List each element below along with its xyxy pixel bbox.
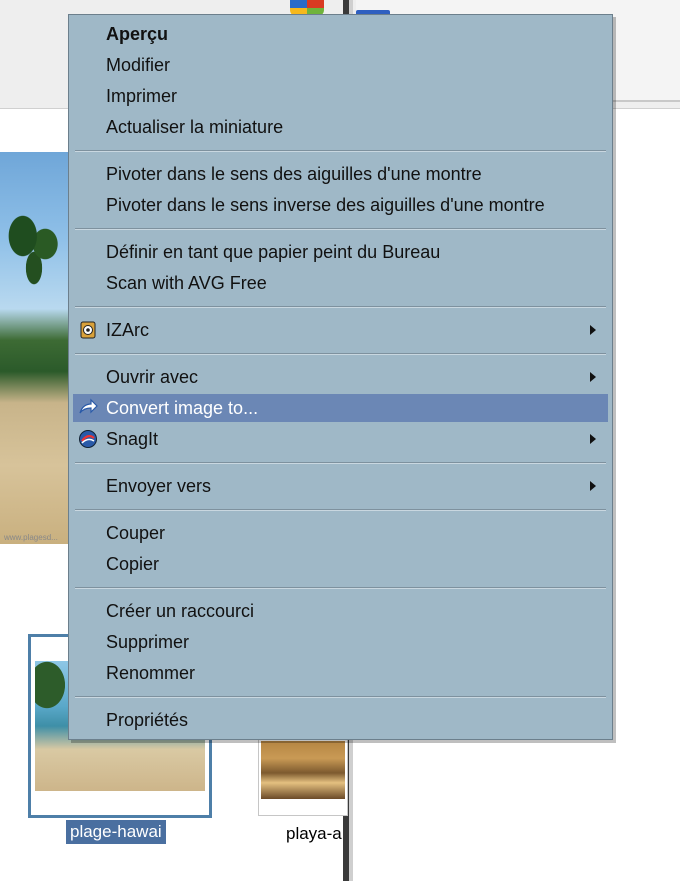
menu-item-renommer[interactable]: Renommer xyxy=(73,659,608,687)
menu-item-snagit[interactable]: SnagIt xyxy=(73,425,608,453)
menu-item-convert-image-to[interactable]: Convert image to... xyxy=(73,394,608,422)
submenu-arrow-icon xyxy=(590,372,596,382)
menu-separator xyxy=(75,462,606,464)
menu-item-pivoter-dans-le-sens-inverse-des-aiguilles-d-une-montre[interactable]: Pivoter dans le sens inverse des aiguill… xyxy=(73,191,608,219)
menu-separator xyxy=(75,228,606,230)
submenu-arrow-icon xyxy=(590,434,596,444)
menu-item-label: IZArc xyxy=(106,320,149,340)
menu-item-definir-en-tant-que-papier-peint-du-bureau[interactable]: Définir en tant que papier peint du Bure… xyxy=(73,238,608,266)
menu-item-label: Actualiser la miniature xyxy=(106,117,284,137)
menu-item-label: Supprimer xyxy=(106,632,190,652)
menu-separator xyxy=(75,509,606,511)
menu-item-pivoter-dans-le-sens-des-aiguilles-d-une-montre[interactable]: Pivoter dans le sens des aiguilles d'une… xyxy=(73,160,608,188)
menu-item-label: Copier xyxy=(106,554,160,574)
menu-item-couper[interactable]: Couper xyxy=(73,519,608,547)
menu-item-label: Pivoter dans le sens des aiguilles d'une… xyxy=(106,164,482,184)
submenu-arrow-icon xyxy=(590,325,596,335)
menu-separator xyxy=(75,150,606,152)
menu-item-label: Créer un raccourci xyxy=(106,601,255,621)
menu-item-imprimer[interactable]: Imprimer xyxy=(73,82,608,110)
menu-item-label: Définir en tant que papier peint du Bure… xyxy=(106,242,441,262)
menu-item-label: Modifier xyxy=(106,55,171,75)
file-label-plage-hawai[interactable]: plage-hawai xyxy=(66,820,166,844)
menu-separator xyxy=(75,696,606,698)
menu-item-label: Renommer xyxy=(106,663,196,683)
menu-item-label: Propriétés xyxy=(106,710,189,730)
convert-arrow-icon xyxy=(78,398,98,418)
submenu-arrow-icon xyxy=(590,481,596,491)
preview-image: www.plagesd... xyxy=(0,152,73,544)
menu-item-ouvrir-avec[interactable]: Ouvrir avec xyxy=(73,363,608,391)
snagit-icon xyxy=(78,429,98,449)
menu-item-envoyer-vers[interactable]: Envoyer vers xyxy=(73,472,608,500)
menu-item-copier[interactable]: Copier xyxy=(73,550,608,578)
menu-item-actualiser-la-miniature[interactable]: Actualiser la miniature xyxy=(73,113,608,141)
photo-watermark: www.plagesd... xyxy=(4,533,58,542)
menu-item-creer-un-raccourci[interactable]: Créer un raccourci xyxy=(73,597,608,625)
izarc-icon xyxy=(78,320,98,340)
menu-item-proprietes[interactable]: Propriétés xyxy=(73,706,608,734)
menu-item-label: Imprimer xyxy=(106,86,177,106)
menu-item-label: Envoyer vers xyxy=(106,476,212,496)
menu-separator xyxy=(75,306,606,308)
menu-separator xyxy=(75,587,606,589)
menu-separator xyxy=(75,353,606,355)
file-thumbnail-playa[interactable] xyxy=(258,730,348,816)
menu-item-apercu[interactable]: Aperçu xyxy=(73,20,608,48)
menu-item-label: Ouvrir avec xyxy=(106,367,199,387)
menu-item-izarc[interactable]: IZArc xyxy=(73,316,608,344)
menu-item-scan-with-avg-free[interactable]: Scan with AVG Free xyxy=(73,269,608,297)
thumbnail-image xyxy=(261,741,345,799)
menu-item-label: SnagIt xyxy=(106,429,159,449)
menu-item-label: Scan with AVG Free xyxy=(106,273,267,293)
menu-item-modifier[interactable]: Modifier xyxy=(73,51,608,79)
menu-item-label: Pivoter dans le sens inverse des aiguill… xyxy=(106,195,545,215)
context-menu: Aperçu Modifier Imprimer Actualiser la mini… xyxy=(68,14,613,740)
menu-item-label: Couper xyxy=(106,523,166,543)
menu-item-label: Convert image to... xyxy=(106,398,259,418)
file-label-playa[interactable]: playa-a xyxy=(286,824,342,844)
menu-item-label: Aperçu xyxy=(106,24,169,44)
menu-item-supprimer[interactable]: Supprimer xyxy=(73,628,608,656)
